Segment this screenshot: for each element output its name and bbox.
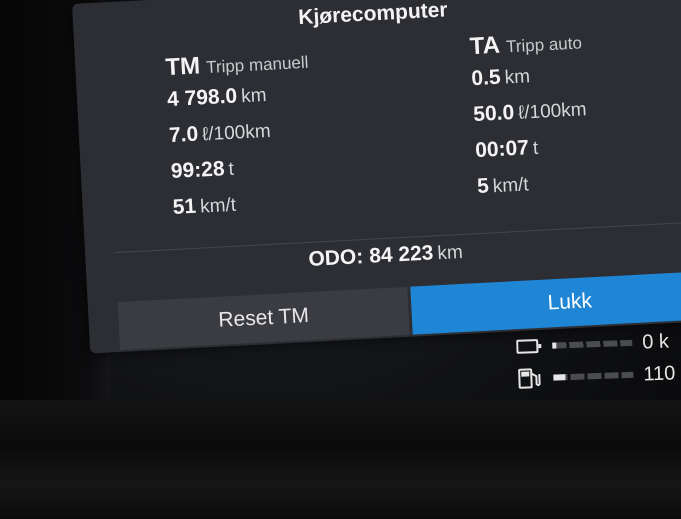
unit: ℓ/100km [517,99,588,124]
trip-auto-column: TA Tripp auto 0.5 km 50.0 ℓ/100km 00:07 t 5k… [469,27,591,211]
trip-computer-panel: Kjørecomputer TM Tripp manuell 4 798.0 km … [72,0,681,354]
panel-title: Kjørecomputer [297,0,449,30]
value: 50.0 [472,101,515,127]
odometer-unit: km [436,241,464,265]
range-gauges: 0 k 110 [516,327,681,403]
unit: km/t [492,174,530,198]
battery-icon [516,334,547,359]
trip-manual-name: Tripp manuell [205,52,309,78]
trip-auto-consumption: 50.0 ℓ/100km [473,97,588,139]
trip-auto-code: TA [469,31,501,61]
trip-manual-code: TM [164,52,201,82]
value: 00:07 [474,136,530,163]
odometer-label: ODO: [307,245,364,271]
trip-auto-name: Tripp auto [505,33,583,57]
trip-manual-column: TM Tripp manuell 4 798.0 km 7.0 ℓ/100km 99:… [165,47,317,232]
unit: km/t [199,194,237,218]
fuel-level-bar [553,371,634,381]
trip-manual-speed: 51 km/t [172,189,317,232]
battery-range: 0 k [641,330,670,353]
unit: ℓ/100km [201,120,272,146]
odometer-value: 84 223 [368,241,434,268]
trip-auto-time: 00:07 t [475,133,590,175]
value: 7.0 [168,122,199,148]
unit: km [504,66,531,89]
value: 99:28 [170,157,226,184]
trip-auto-speed: 5 km/t [477,169,592,211]
trip-auto-distance: 0.5 km [471,61,586,103]
unit: km [240,84,268,108]
battery-level-bar [552,339,633,349]
value: 4 798.0 [166,84,238,112]
value: 51 [172,194,197,219]
fuel-range: 110 [642,361,676,385]
fuel-pump-icon [517,366,548,391]
fuel-gauge: 110 [517,359,676,392]
dashboard-lower [0,400,681,519]
battery-gauge: 0 k [516,328,670,361]
fuel-level-fill [553,374,566,381]
unit: t [228,158,235,181]
battery-level-fill [552,342,557,349]
value: 5 [476,174,490,199]
unit: t [532,137,539,160]
value: 0.5 [470,65,502,91]
